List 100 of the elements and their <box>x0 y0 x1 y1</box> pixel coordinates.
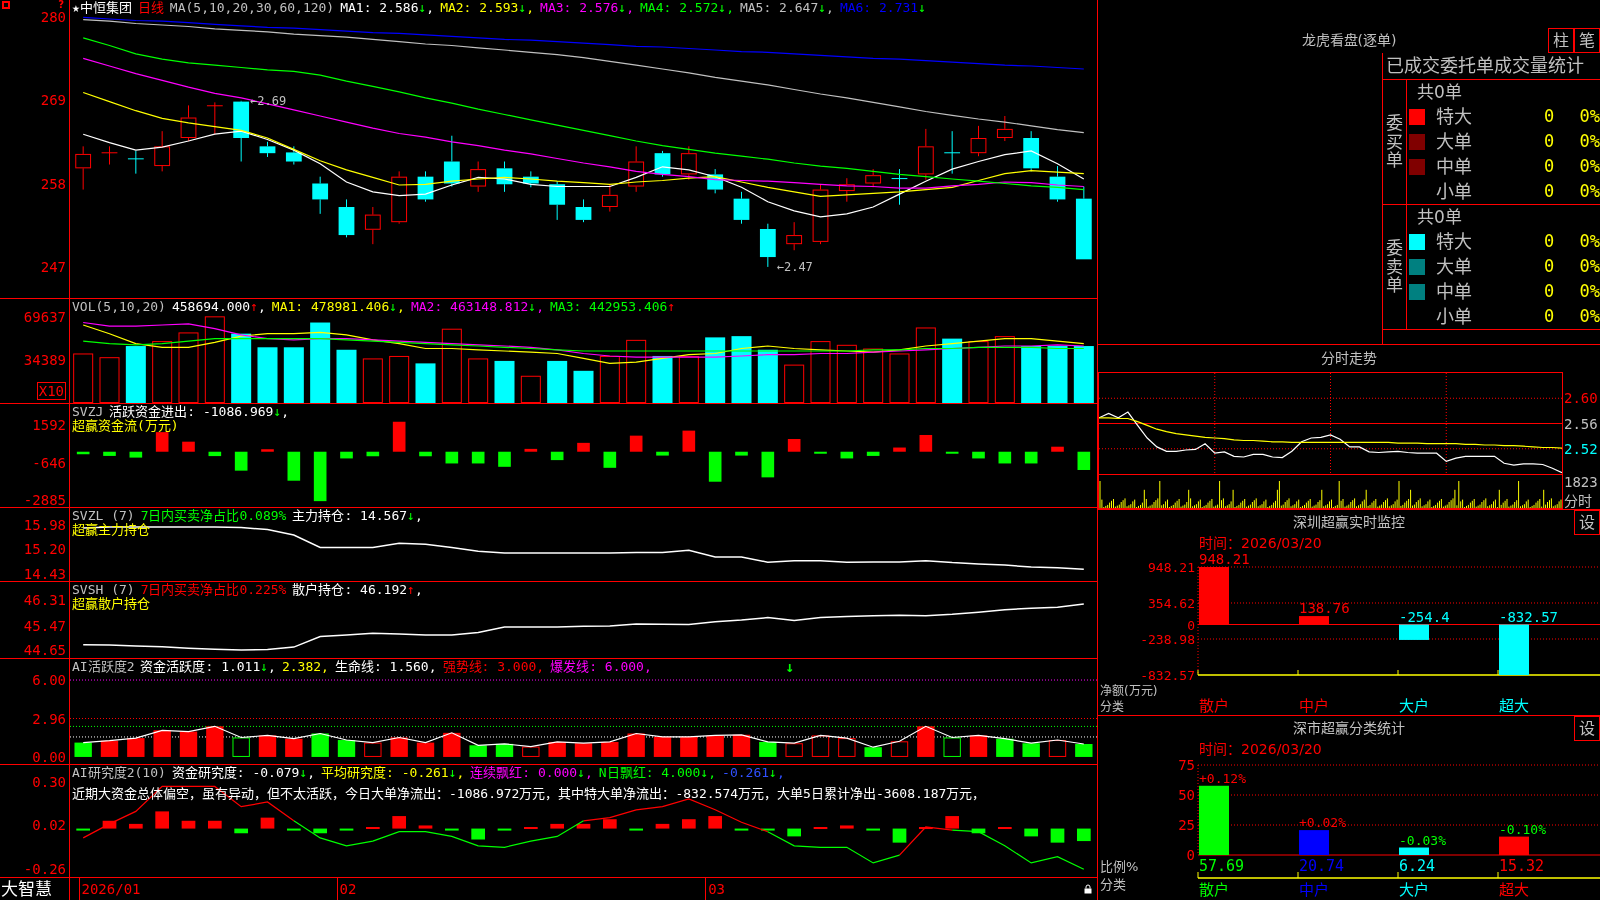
row-label: 中单 <box>1435 280 1473 303</box>
legend-text: MA4: 2.572↓, <box>640 1 734 15</box>
value-label: 20.74 <box>1299 857 1345 875</box>
axis-label: 25 <box>1178 817 1195 833</box>
share-value: 0% <box>1578 231 1600 252</box>
panel-title: 深市超赢分类统计 <box>1293 720 1405 737</box>
legend-text: 资金活跃度: 1.011↓, <box>140 660 276 674</box>
date-label: 03 <box>705 878 725 900</box>
axis-label: 0.30 <box>32 774 66 789</box>
count-value: 0 <box>1542 181 1556 202</box>
app-name: 大智慧 <box>0 878 70 900</box>
axis-label: 0 <box>1186 847 1195 863</box>
axis-label: 34389 <box>23 353 66 368</box>
change-label: +0.12% <box>1199 770 1246 786</box>
legend-text: VOL(5,10,20) <box>72 300 166 314</box>
legend-text: SVZJ <box>72 405 104 419</box>
category-label: 中户 <box>1299 881 1329 899</box>
legend-text: 2.382, <box>281 660 329 674</box>
axis-label: 247 <box>40 259 66 274</box>
value-label: -832.57 <box>1499 608 1558 625</box>
axis-label: 2.52 <box>1564 441 1598 456</box>
row-label: 特大 <box>1435 105 1473 128</box>
count-value: 0 <box>1542 106 1556 127</box>
date-text: 时间：2026/03/20 <box>1198 535 1323 551</box>
legend-text: MA(5,10,20,30,60,120) <box>169 1 335 15</box>
legend-text: 散户持仓: 46.192↑, <box>292 583 423 597</box>
axis-label: 1592 <box>32 418 66 433</box>
axis-label: 15.20 <box>23 542 66 557</box>
legend-text: 生命线: 1.560, <box>334 660 437 674</box>
share-value: 0% <box>1578 181 1600 202</box>
value-label: -254.4 <box>1399 608 1450 625</box>
legend-text: ★中恒集团 <box>72 1 132 15</box>
axis-label: 14.43 <box>23 566 66 581</box>
axis-title: 分类 <box>1100 700 1124 714</box>
legend-text: 7日内买卖净占比0.089% <box>140 509 287 523</box>
value-label: 6.24 <box>1399 857 1436 875</box>
axis-label: 50 <box>1178 787 1195 803</box>
price-annotation: ←2.47 <box>776 259 813 274</box>
value-label: 57.69 <box>1199 857 1245 875</box>
legend-text: 458694.000↑, <box>171 300 266 314</box>
date-text: 时间：2026/03/20 <box>1198 741 1323 757</box>
axis-label: -0.26 <box>23 862 66 877</box>
legend-text: MA3: 2.576↓, <box>540 1 634 15</box>
legend-text: MA1: 478981.406↓, <box>271 300 405 314</box>
axis-label: 269 <box>40 93 66 108</box>
axis-label: 354.62 <box>1148 596 1195 611</box>
legend-text: SVZL (7) <box>72 509 135 523</box>
legend-text: MA1: 2.586↓, <box>340 1 435 15</box>
axis-label: -238.98 <box>1140 632 1195 647</box>
share-value: 0% <box>1578 131 1600 152</box>
axis-label: 45.47 <box>23 618 66 633</box>
axis-label: 15.98 <box>23 517 66 532</box>
axis-label: 948.21 <box>1148 560 1195 575</box>
count-value: 0 <box>1542 131 1556 152</box>
axis-label: 258 <box>40 176 66 191</box>
legend-text: -0.261↓, <box>722 766 785 780</box>
share-value: 0% <box>1578 156 1600 177</box>
axis-label: 69637 <box>23 309 66 324</box>
group-label: 委卖单 <box>1386 238 1403 296</box>
legend-text: 连续飘红: 0.000↓, <box>470 766 593 780</box>
value-label: 138.76 <box>1299 600 1350 617</box>
legend-text: AI研究度2(10) <box>72 766 166 780</box>
legend-text: MA3: 442953.406↑ <box>550 300 676 314</box>
change-label: -0.10% <box>1499 821 1546 837</box>
legend-text: N日飘红: 4.000↓, <box>598 766 717 780</box>
share-value: 0% <box>1578 256 1600 277</box>
axis-label: -646 <box>32 455 66 470</box>
category-label: 散户 <box>1199 881 1229 899</box>
share-value: 0% <box>1578 106 1600 127</box>
signal-marker: ↓ <box>785 660 795 674</box>
share-value: 0% <box>1578 306 1600 327</box>
category-label: 超大 <box>1499 697 1529 715</box>
row-label: 小单 <box>1435 305 1473 328</box>
legend-text: MA6: 2.731↓ <box>839 1 926 15</box>
group-total: 共0单 <box>1416 81 1463 104</box>
value-label: 948.21 <box>1199 551 1250 567</box>
axis-label: 75 <box>1178 757 1195 773</box>
panel-title: 分时走势 <box>1320 349 1378 368</box>
legend-text: 7日内买卖净占比0.225% <box>140 583 287 597</box>
category-label: 大户 <box>1399 697 1429 715</box>
row-label: 小单 <box>1435 180 1473 203</box>
axis-label: 46.31 <box>23 593 66 608</box>
axis-label: 0 <box>1187 617 1195 633</box>
change-label: -0.03% <box>1399 832 1446 848</box>
category-label: 散户 <box>1199 697 1229 715</box>
axis-label: -832.57 <box>1140 668 1195 683</box>
row-label: 特大 <box>1435 230 1473 253</box>
change-label: +0.02% <box>1299 815 1346 831</box>
axis-label: 280 <box>40 9 66 24</box>
axis-label: -2885 <box>23 493 66 508</box>
group-label: 委买单 <box>1386 113 1403 171</box>
axis-title: 比例% <box>1100 859 1139 874</box>
legend-text: 强势线: 3.000, <box>442 660 545 674</box>
row-label: 大单 <box>1435 255 1473 278</box>
value-label: 15.32 <box>1499 857 1545 875</box>
legend-text: 活跃资金进出: -1086.969↓, <box>109 405 290 419</box>
panel-title: 龙虎看盘(逐单) <box>1301 32 1397 49</box>
axis-title: 分类 <box>1100 877 1126 892</box>
legend-text: 资金研究度: -0.079↓, <box>171 766 316 780</box>
axis-caption: 分时 <box>1564 493 1593 509</box>
